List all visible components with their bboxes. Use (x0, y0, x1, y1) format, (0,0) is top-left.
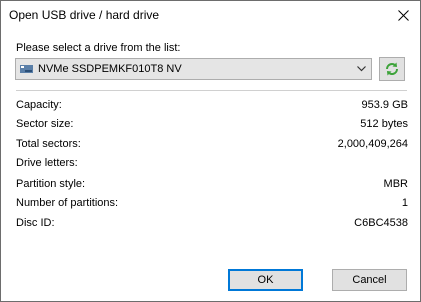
close-icon (397, 9, 409, 21)
info-value: 1 (401, 197, 408, 209)
info-value: 2,000,409,264 (337, 138, 408, 150)
info-row-sector-size: Sector size: 512 bytes (16, 118, 408, 132)
ok-button[interactable]: OK (228, 269, 303, 291)
info-row-drive-letters: Drive letters: (16, 157, 408, 171)
info-label: Partition style: (16, 178, 86, 190)
info-label: Total sectors: (16, 138, 81, 150)
chevron-down-icon (357, 66, 366, 72)
info-label: Disc ID: (16, 217, 55, 229)
info-label: Drive letters: (16, 157, 78, 169)
info-value: MBR (383, 178, 408, 190)
info-row-number-of-partitions: Number of partitions: 1 (16, 197, 408, 211)
refresh-icon (386, 62, 398, 76)
info-value: 953.9 GB (361, 99, 408, 111)
drive-select-dropdown[interactable]: NVMe SSDPEMKF010T8 NV (15, 58, 372, 80)
info-label: Sector size: (16, 118, 74, 130)
info-row-total-sectors: Total sectors: 2,000,409,264 (16, 138, 408, 152)
info-label: Number of partitions: (16, 197, 119, 209)
info-value: C6BC4538 (354, 217, 408, 229)
info-value: 512 bytes (360, 118, 408, 130)
drive-select-value: NVMe SSDPEMKF010T8 NV (38, 63, 182, 75)
open-drive-dialog: Open USB drive / hard drive Please selec… (0, 0, 421, 302)
close-button[interactable] (386, 1, 420, 29)
drive-icon (20, 65, 33, 73)
title-bar: Open USB drive / hard drive (1, 1, 420, 29)
drive-select-prompt: Please select a drive from the list: (16, 42, 181, 54)
info-row-partition-style: Partition style: MBR (16, 178, 408, 192)
divider (16, 90, 407, 91)
info-label: Capacity: (16, 99, 62, 111)
info-row-disc-id: Disc ID: C6BC4538 (16, 217, 408, 231)
refresh-button[interactable] (379, 57, 405, 81)
cancel-button[interactable]: Cancel (332, 269, 407, 291)
window-title: Open USB drive / hard drive (9, 8, 160, 22)
info-row-capacity: Capacity: 953.9 GB (16, 99, 408, 113)
